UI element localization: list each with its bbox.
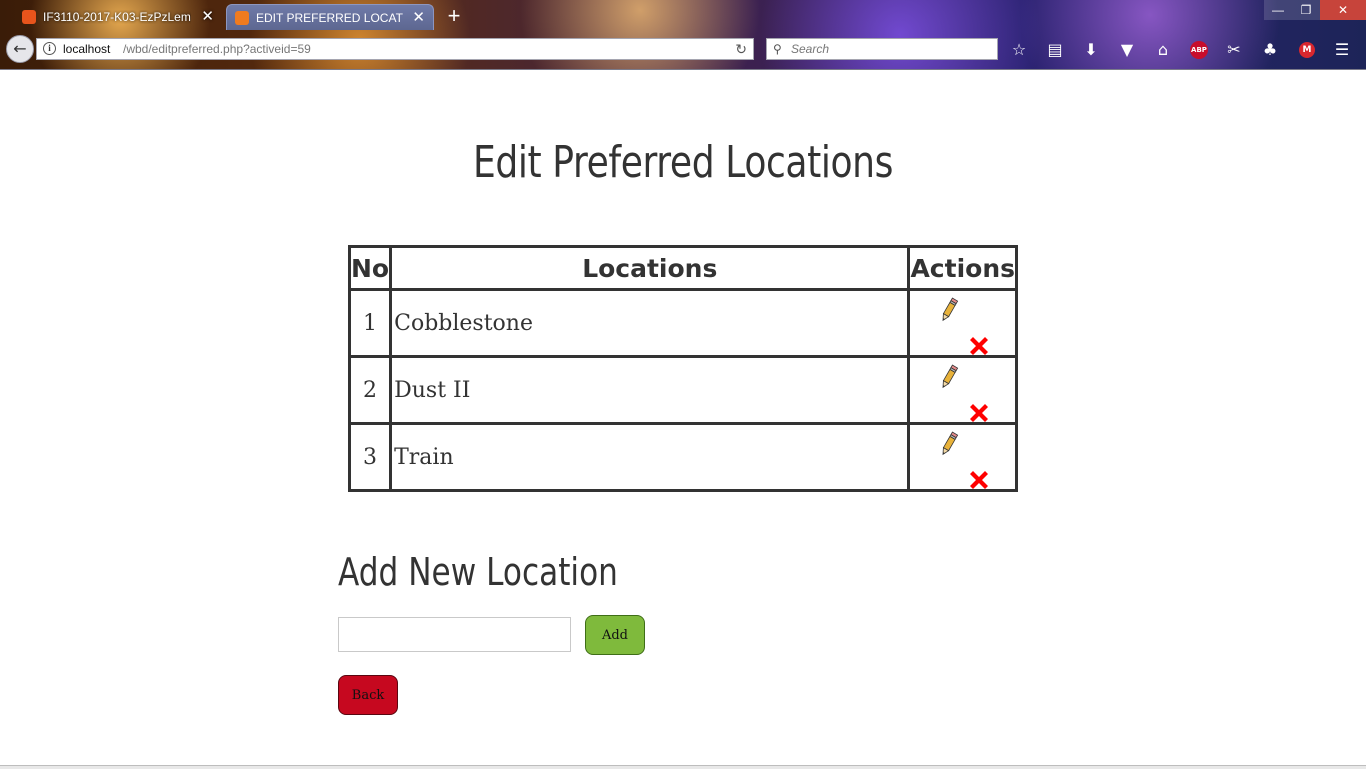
page-title: Edit Preferred Locations: [473, 137, 893, 188]
tab-title: EDIT PREFERRED LOCATION: [256, 10, 404, 25]
tab-ezpzlemon[interactable]: IF3110-2017-K03-EzPzLemon ✕: [14, 4, 222, 30]
delete-x-icon[interactable]: [968, 335, 990, 357]
reload-icon[interactable]: ↻: [735, 39, 747, 59]
location-name: Cobblestone: [389, 288, 911, 358]
row-number: 2: [347, 355, 393, 425]
toolbar-icons: ☆ ▤ ⬇ ▼ ⌂ ABP ✂ ♣ M ☰: [1006, 36, 1365, 64]
info-icon[interactable]: i: [43, 42, 56, 55]
table-row: 1 Cobblestone: [347, 288, 1018, 358]
firefox-favicon-icon: [22, 10, 36, 24]
download-icon[interactable]: ⬇: [1078, 37, 1104, 63]
close-tab-icon[interactable]: ✕: [412, 9, 425, 26]
url-path: /wbd/editpreferred.php?activeid=59: [123, 42, 311, 56]
row-actions: [907, 355, 1018, 425]
extension-icon[interactable]: ♣: [1257, 37, 1283, 63]
url-host: localhost: [63, 42, 111, 56]
pencil-icon[interactable]: [938, 297, 960, 323]
tab-title: IF3110-2017-K03-EzPzLemon: [43, 10, 191, 24]
adblock-icon[interactable]: ABP: [1190, 41, 1208, 59]
new-location-input[interactable]: [338, 617, 571, 652]
search-input[interactable]: ⚲ Search: [766, 38, 998, 60]
restore-button[interactable]: ❐: [1292, 0, 1320, 20]
back-button[interactable]: Back: [338, 675, 398, 715]
new-tab-button[interactable]: +: [443, 5, 465, 27]
row-number: 3: [347, 422, 393, 492]
add-button[interactable]: Add: [585, 615, 645, 655]
row-actions: [907, 288, 1018, 358]
location-name: Train: [389, 422, 911, 492]
back-arrow-icon[interactable]: ←: [6, 35, 34, 63]
home-icon[interactable]: ⌂: [1150, 37, 1176, 63]
close-tab-icon[interactable]: ✕: [201, 8, 214, 25]
table-row: 3 Train: [347, 422, 1018, 492]
menu-icon[interactable]: ☰: [1329, 37, 1355, 63]
reading-list-icon[interactable]: ▤: [1042, 37, 1068, 63]
location-name: Dust II: [389, 355, 911, 425]
page-bottom-edge: [0, 765, 1366, 769]
tab-edit-preferred-location[interactable]: EDIT PREFERRED LOCATION ✕: [226, 4, 434, 30]
row-number: 1: [347, 288, 393, 358]
xampp-favicon-icon: [235, 10, 249, 25]
tools-icon[interactable]: ✂: [1221, 37, 1247, 63]
star-icon[interactable]: ☆: [1006, 37, 1032, 63]
table-row: 2 Dust II: [347, 355, 1018, 425]
window-close-button[interactable]: ✕: [1320, 0, 1366, 20]
pencil-icon[interactable]: [938, 431, 960, 457]
row-actions: [907, 422, 1018, 492]
search-placeholder: Search: [791, 42, 830, 56]
table-header-row: No Locations Actions: [347, 245, 1018, 291]
browser-chrome: IF3110-2017-K03-EzPzLemon ✕ EDIT PREFERR…: [0, 0, 1366, 70]
header-locations: Locations: [389, 245, 911, 291]
delete-x-icon[interactable]: [968, 469, 990, 491]
pocket-icon[interactable]: ▼: [1114, 37, 1140, 63]
add-location-heading: Add New Location: [338, 550, 618, 594]
address-bar[interactable]: i localhost /wbd/editpreferred.php?activ…: [36, 38, 754, 60]
delete-x-icon[interactable]: [968, 402, 990, 424]
mega-icon[interactable]: M: [1299, 42, 1315, 58]
locations-table: No Locations Actions 1 Cobblestone 2 Dus…: [347, 245, 1018, 492]
window-controls: — ❐ ✕: [1264, 0, 1366, 20]
tab-bar: IF3110-2017-K03-EzPzLemon ✕ EDIT PREFERR…: [0, 0, 1366, 32]
header-actions: Actions: [907, 245, 1018, 291]
header-no: No: [347, 245, 393, 291]
search-icon: ⚲: [773, 42, 782, 56]
minimize-button[interactable]: —: [1264, 0, 1292, 20]
pencil-icon[interactable]: [938, 364, 960, 390]
navigation-bar: ← i localhost /wbd/editpreferred.php?act…: [0, 32, 1366, 68]
